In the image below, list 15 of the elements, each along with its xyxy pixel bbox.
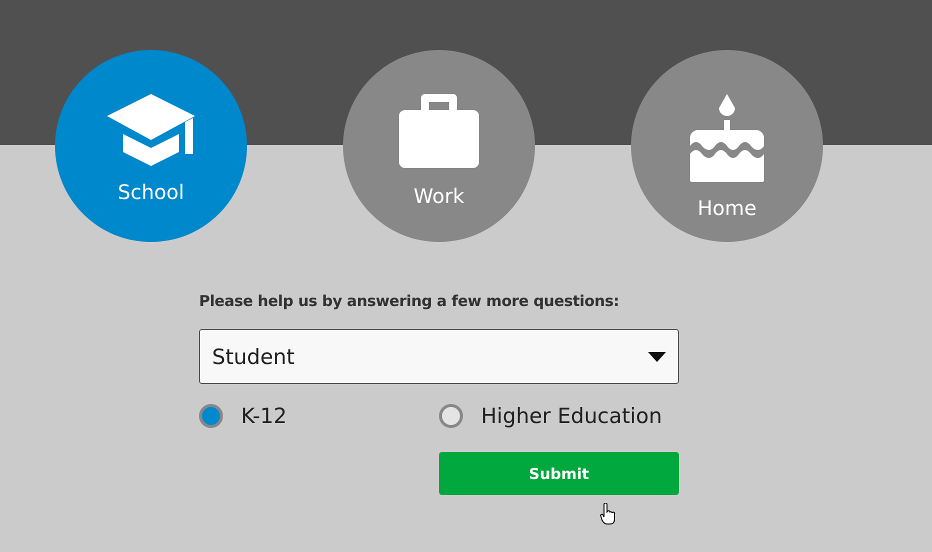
radio-label: Higher Education [481,404,662,428]
radio-option[interactable]: Higher Education [439,404,662,428]
briefcase-icon [399,94,479,170]
category-tab[interactable]: School [55,50,247,242]
category-tab[interactable]: Home [631,50,823,242]
dropdown-caret-icon [648,352,666,362]
hand-cursor-icon [600,503,616,525]
category-tab[interactable]: Work [343,50,535,242]
prompt-text: Please help us by answering a few more questions: [199,292,620,310]
role-dropdown[interactable]: Student [199,329,679,384]
radio-label: K-12 [241,404,287,428]
graduation-cap-icon [107,94,195,166]
radio-option[interactable]: K-12 [199,404,287,428]
birthday-cake-icon [690,94,764,182]
submit-button[interactable]: Submit [439,452,679,495]
